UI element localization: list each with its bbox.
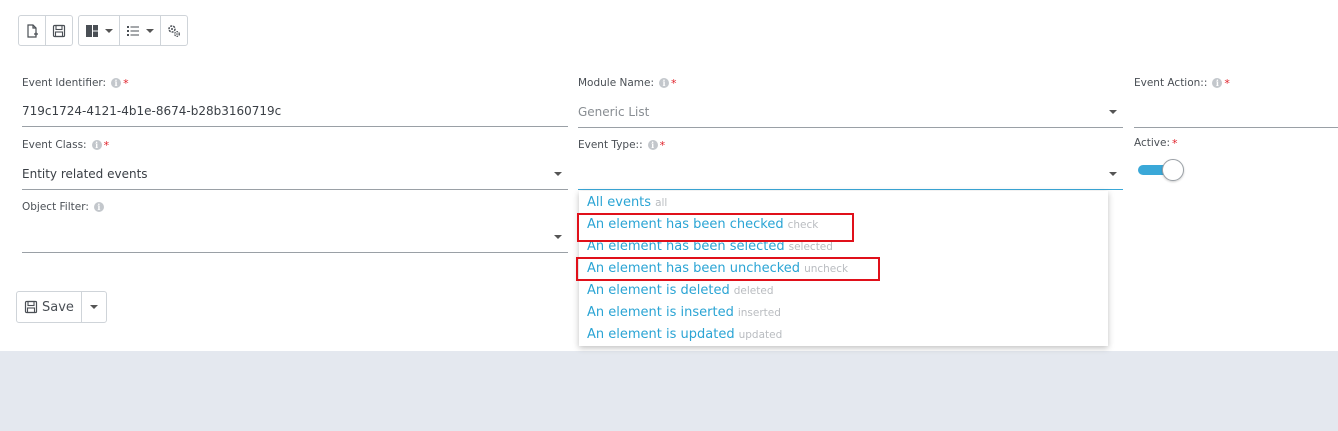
event-identifier-value: 719c1724-4121-4b1e-8674-b28b3160719c xyxy=(22,104,282,118)
new-document-button[interactable] xyxy=(19,16,46,45)
option-code: updated xyxy=(738,329,783,341)
save-button[interactable]: Save xyxy=(17,292,82,322)
toolbar-group-view xyxy=(78,15,188,46)
object-filter-label: Object Filter: xyxy=(22,201,89,213)
info-icon[interactable]: i xyxy=(111,78,122,88)
module-name-select[interactable]: Generic List xyxy=(578,97,1123,128)
option-label: An element is deleted xyxy=(587,283,730,298)
event-identifier-field: Event Identifier: i * 719c1724-4121-4b1e-8… xyxy=(22,76,568,128)
option-code: deleted xyxy=(733,285,774,297)
chevron-down-icon xyxy=(105,28,113,33)
highlight-box-check xyxy=(577,213,854,242)
info-icon[interactable]: i xyxy=(1212,78,1223,88)
module-name-label: Module Name: xyxy=(578,77,655,89)
info-icon[interactable]: i xyxy=(93,202,104,212)
option-code: selected xyxy=(788,241,833,253)
chevron-down-icon xyxy=(1109,110,1117,114)
save-icon xyxy=(24,300,38,314)
event-class-field: Event Class: i * Entity related events xyxy=(22,138,568,190)
save-toolbar-button[interactable] xyxy=(46,16,72,45)
layout-dropdown-button[interactable] xyxy=(79,16,120,45)
list-icon xyxy=(127,25,139,36)
option-code: all xyxy=(655,197,668,209)
chevron-down-icon xyxy=(554,235,562,239)
save-button-group: Save xyxy=(16,291,107,323)
option-label: All events xyxy=(587,195,652,210)
new-document-icon xyxy=(27,23,38,38)
event-type-select[interactable] xyxy=(578,159,1123,190)
highlight-box-uncheck xyxy=(576,257,880,281)
dropdown-option-inserted[interactable]: An element is inserted inserted xyxy=(587,303,781,323)
chevron-down-icon xyxy=(146,28,154,33)
list-dropdown-button[interactable] xyxy=(120,16,161,45)
event-action-label: Event Action:: xyxy=(1134,77,1208,89)
dropdown-option-all[interactable]: All events all xyxy=(587,193,667,213)
event-identifier-input[interactable]: 719c1724-4121-4b1e-8674-b28b3160719c xyxy=(22,96,568,127)
dropdown-option-deleted[interactable]: An element is deleted deleted xyxy=(587,281,773,301)
toolbar-group-file xyxy=(18,15,73,46)
settings-gears-icon xyxy=(168,24,180,37)
settings-button[interactable] xyxy=(161,16,187,45)
required-mark: * xyxy=(123,76,129,90)
required-mark: * xyxy=(103,138,110,152)
active-toggle[interactable] xyxy=(1134,158,1184,182)
event-class-label: Event Class: xyxy=(22,139,87,151)
option-label: An element is updated xyxy=(587,327,735,342)
event-action-field: Event Action:: i * xyxy=(1134,76,1338,128)
module-name-field: Module Name: i * Generic List xyxy=(578,76,1123,128)
layout-icon xyxy=(86,24,98,37)
required-mark: * xyxy=(1224,76,1230,90)
chevron-down-icon xyxy=(554,172,562,176)
required-mark: * xyxy=(1172,136,1178,150)
save-icon xyxy=(52,24,66,37)
option-code: inserted xyxy=(737,307,781,319)
required-mark: * xyxy=(671,76,677,90)
toolbar xyxy=(18,15,188,46)
info-icon[interactable]: i xyxy=(91,140,102,150)
toggle-knob xyxy=(1162,159,1184,181)
event-identifier-label: Event Identifier: xyxy=(22,77,107,89)
option-label: An element is inserted xyxy=(587,305,734,320)
module-name-placeholder: Generic List xyxy=(578,105,650,119)
chevron-down-icon xyxy=(1109,172,1117,176)
save-button-label: Save xyxy=(42,299,74,315)
event-class-select[interactable]: Entity related events xyxy=(22,159,568,190)
chevron-down-icon xyxy=(89,305,98,309)
active-field: Active: * xyxy=(1134,136,1234,188)
object-filter-select[interactable] xyxy=(22,222,568,253)
event-type-field: Event Type:: i * xyxy=(578,138,1123,190)
active-label: Active: xyxy=(1134,137,1171,149)
object-filter-field: Object Filter: i xyxy=(22,200,568,253)
event-class-value: Entity related events xyxy=(22,167,148,181)
save-options-button[interactable] xyxy=(82,292,106,322)
info-icon[interactable]: i xyxy=(647,140,658,150)
event-action-input[interactable] xyxy=(1134,97,1338,128)
dropdown-option-updated[interactable]: An element is updated updated xyxy=(587,325,782,345)
info-icon[interactable]: i xyxy=(659,78,670,88)
event-type-label: Event Type:: xyxy=(578,139,643,151)
required-mark: * xyxy=(659,138,666,152)
